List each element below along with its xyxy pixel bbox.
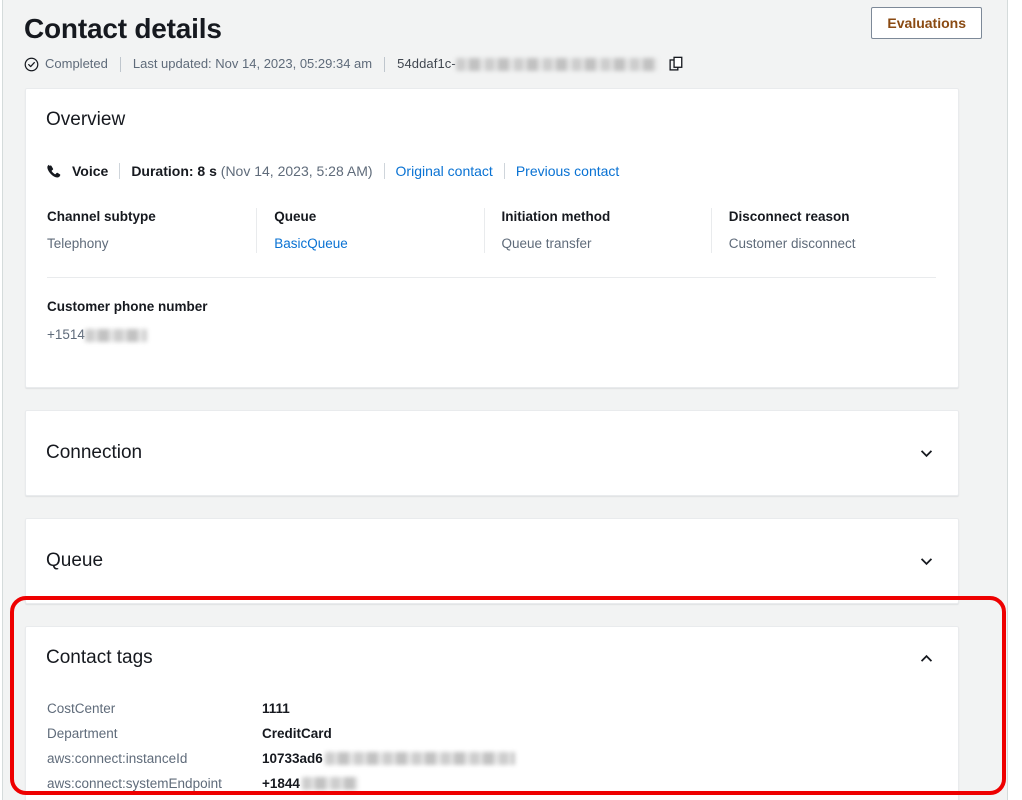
- duration-block: Duration: 8 s (Nov 14, 2023, 5:28 AM): [131, 162, 372, 180]
- chevron-down-icon[interactable]: [916, 551, 936, 571]
- tag-key: aws:connect:instanceId: [47, 750, 262, 768]
- table-row: aws:connect:systemEndpoint +1844: [47, 771, 958, 796]
- column-value: Telephony: [47, 235, 256, 253]
- tag-value: +1844: [262, 775, 358, 793]
- page-title: Contact details: [24, 10, 983, 48]
- column-label: Queue: [274, 208, 483, 226]
- evaluations-button[interactable]: Evaluations: [871, 7, 982, 39]
- overview-divider: [47, 277, 936, 278]
- contact-tags-card: Contact tags CostCenter 1111 Department …: [25, 626, 959, 800]
- tag-value-text: 10733ad6: [262, 750, 323, 768]
- overview-column-initiation-method: Initiation method Queue transfer: [484, 208, 711, 253]
- customer-phone-redacted-mask: [85, 329, 147, 342]
- tag-value-redacted-mask: [325, 752, 515, 765]
- meta-divider: [384, 57, 385, 72]
- contact-tags-list: CostCenter 1111 Department CreditCard aw…: [47, 696, 958, 796]
- status-text: Completed: [45, 56, 108, 72]
- queue-card-header[interactable]: Queue: [26, 519, 958, 603]
- customer-phone-text: +1514: [47, 326, 85, 344]
- duration-timestamp: (Nov 14, 2023, 5:28 AM): [221, 163, 373, 179]
- contact-tags-title: Contact tags: [46, 646, 153, 670]
- summary-divider: [384, 163, 385, 179]
- tag-value: 1111: [262, 700, 290, 718]
- previous-contact-link[interactable]: Previous contact: [516, 162, 620, 180]
- status-badge: Completed: [24, 56, 108, 72]
- overview-column-disconnect-reason: Disconnect reason Customer disconnect: [711, 208, 938, 253]
- chevron-up-icon[interactable]: [916, 648, 936, 668]
- copy-icon[interactable]: [668, 55, 686, 73]
- column-value: BasicQueue: [274, 235, 483, 253]
- overview-column-queue: Queue BasicQueue: [256, 208, 483, 253]
- scroll-pane: Contact details Completed Last updated: …: [2, 0, 1008, 800]
- overview-summary-row: Voice Duration: 8 s (Nov 14, 2023, 5:28 …: [46, 162, 958, 180]
- tag-key: Department: [47, 725, 262, 743]
- connection-card-header[interactable]: Connection: [26, 411, 958, 495]
- contact-tags-card-header[interactable]: Contact tags: [26, 627, 958, 670]
- queue-card[interactable]: Queue: [25, 518, 959, 604]
- chevron-down-icon[interactable]: [916, 443, 936, 463]
- phone-icon: [46, 163, 63, 180]
- tag-value-redacted-mask: [302, 777, 358, 790]
- tag-value-text: +1844: [262, 775, 300, 793]
- right-gutter: [1009, 0, 1022, 800]
- tag-value-text: CreditCard: [262, 725, 332, 743]
- original-contact-link[interactable]: Original contact: [396, 162, 493, 180]
- overview-card-header: Overview: [26, 89, 958, 132]
- column-label: Channel subtype: [47, 208, 256, 226]
- tag-value: CreditCard: [262, 725, 332, 743]
- page-meta-row: Completed Last updated: Nov 14, 2023, 05…: [24, 55, 983, 73]
- channel-label: Voice: [72, 162, 108, 180]
- column-value: Queue transfer: [502, 235, 711, 253]
- contact-id-redacted-mask: [456, 58, 658, 71]
- tag-value-text: 1111: [262, 700, 290, 718]
- summary-divider: [504, 163, 505, 179]
- customer-phone-value: +1514: [47, 326, 958, 344]
- overview-title: Overview: [46, 108, 125, 132]
- duration-label: Duration:: [131, 163, 193, 179]
- column-value: Customer disconnect: [729, 235, 938, 253]
- duration-value: 8 s: [197, 163, 216, 179]
- queue-link[interactable]: BasicQueue: [274, 236, 348, 251]
- meta-divider: [120, 57, 121, 72]
- overview-columns: Channel subtype Telephony Queue BasicQue…: [47, 208, 938, 253]
- contact-details-page: Contact details Completed Last updated: …: [0, 0, 1022, 800]
- customer-phone-block: Customer phone number +1514: [47, 298, 958, 344]
- connection-title: Connection: [46, 441, 142, 465]
- tag-value: 10733ad6: [262, 750, 515, 768]
- page-header: Contact details Completed Last updated: …: [3, 0, 1007, 88]
- last-updated-text: Last updated: Nov 14, 2023, 05:29:34 am: [133, 56, 372, 72]
- overview-card: Overview Voice Duration: 8 s (Nov 14, 20…: [25, 88, 959, 388]
- table-row: aws:connect:instanceId 10733ad6: [47, 746, 958, 771]
- summary-divider: [119, 163, 120, 179]
- connection-card[interactable]: Connection: [25, 410, 959, 496]
- column-label: Initiation method: [502, 208, 711, 226]
- tag-key: CostCenter: [47, 700, 262, 718]
- table-row: Department CreditCard: [47, 721, 958, 746]
- overview-column-channel-subtype: Channel subtype Telephony: [47, 208, 256, 253]
- column-label: Disconnect reason: [729, 208, 938, 226]
- contact-id: 54ddaf1c-: [397, 55, 686, 73]
- table-row: CostCenter 1111: [47, 696, 958, 721]
- customer-phone-label: Customer phone number: [47, 298, 958, 316]
- tag-key: aws:connect:systemEndpoint: [47, 775, 262, 793]
- check-circle-icon: [24, 57, 39, 72]
- contact-id-text: 54ddaf1c-: [397, 56, 456, 72]
- queue-title: Queue: [46, 549, 103, 573]
